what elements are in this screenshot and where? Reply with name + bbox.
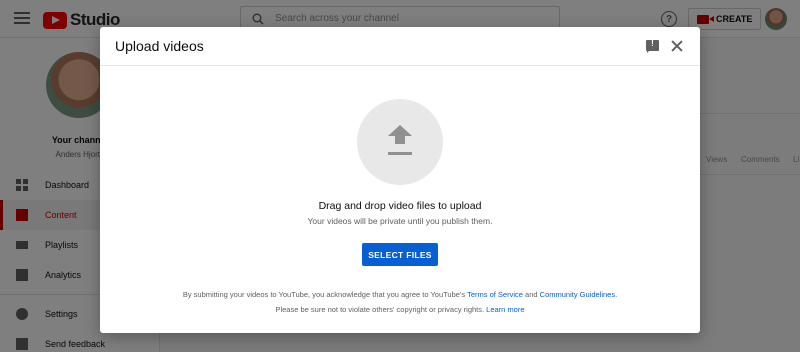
upload-dialog: Upload videos Drag and drop video files … bbox=[100, 27, 700, 333]
community-guidelines-link[interactable]: Community Guidelines. bbox=[540, 290, 618, 299]
copyright-text: Please be sure not to violate others' co… bbox=[275, 305, 485, 314]
copyright-notice: Please be sure not to violate others' co… bbox=[100, 305, 700, 314]
terms-of-service-link[interactable]: Terms of Service bbox=[467, 290, 523, 299]
dialog-title: Upload videos bbox=[115, 38, 204, 54]
privacy-note: Your videos will be private until you pu… bbox=[307, 216, 493, 226]
legal-notice: By submitting your videos to YouTube, yo… bbox=[100, 290, 700, 299]
close-icon[interactable] bbox=[670, 39, 684, 53]
dialog-header: Upload videos bbox=[100, 27, 700, 66]
select-files-button[interactable]: SELECT FILES bbox=[362, 243, 438, 266]
upload-drop-target[interactable] bbox=[357, 99, 443, 185]
learn-more-link[interactable]: Learn more bbox=[486, 305, 524, 314]
upload-arrow-icon bbox=[388, 125, 412, 159]
feedback-icon[interactable] bbox=[646, 39, 659, 53]
legal-prefix: By submitting your videos to YouTube, yo… bbox=[182, 290, 466, 299]
legal-and: and bbox=[525, 290, 538, 299]
drag-drop-text: Drag and drop video files to upload bbox=[318, 200, 482, 212]
